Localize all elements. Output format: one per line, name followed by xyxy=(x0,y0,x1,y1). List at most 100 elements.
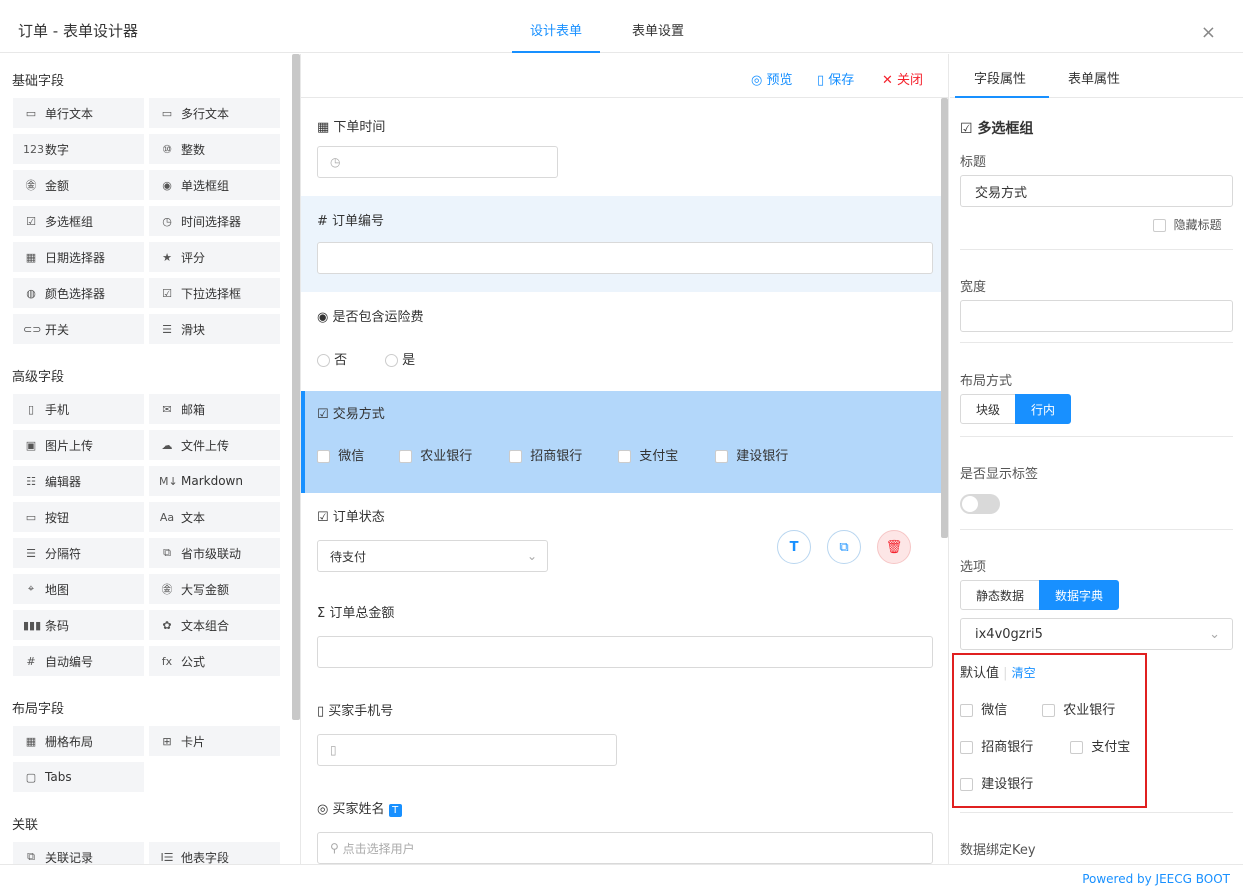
options-label: 选项 xyxy=(960,560,987,575)
component-item-label: 数字 xyxy=(45,142,70,157)
component-item-label: Markdown xyxy=(181,474,243,488)
save-button[interactable]: ▯ 保存 xyxy=(817,69,854,88)
checkbox-option-wechat[interactable]: 微信 xyxy=(317,445,364,464)
component-item[interactable]: ✿ 文本组合 xyxy=(149,610,280,640)
checkbox-option-alipay[interactable]: 支付宝 xyxy=(618,445,678,464)
component-item-label: 手机 xyxy=(45,402,70,417)
field-buyer-phone[interactable]: ▯ 买家手机号 ▯ xyxy=(301,690,943,788)
component-item[interactable]: ☰ 滑块 xyxy=(149,314,280,344)
component-item[interactable]: ⌖ 地图 xyxy=(13,574,144,604)
component-item[interactable]: ⊞ 卡片 xyxy=(149,726,280,756)
component-item[interactable]: Aa 文本 xyxy=(149,502,280,532)
order-no-input[interactable] xyxy=(317,242,933,274)
tab-field-props[interactable]: 字段属性 xyxy=(974,68,1026,87)
component-item[interactable]: ㊎金额 xyxy=(13,170,144,200)
show-label-toggle[interactable] xyxy=(960,494,1000,514)
clear-link[interactable]: 清空 xyxy=(1012,666,1036,680)
component-item[interactable]: ▭ 多行文本 xyxy=(149,98,280,128)
component-item[interactable]: ☑ 多选框组 xyxy=(13,206,144,236)
checkbox-option-abc[interactable]: 农业银行 xyxy=(399,445,472,464)
field-shipping[interactable]: ◉ 是否包含运险费 否 是 xyxy=(301,292,943,390)
component-item-label: 滑块 xyxy=(181,322,206,337)
dict-select[interactable]: ix4v0gzri5 ⌄ xyxy=(960,618,1233,650)
component-item[interactable]: ⑩ 整数 xyxy=(149,134,280,164)
layout-inline-button[interactable]: 行内 xyxy=(1015,394,1071,424)
component-item[interactable]: ㊎大写金额 xyxy=(149,574,280,604)
component-item-label: 时间选择器 xyxy=(181,214,242,229)
default-option-wechat[interactable]: 微信 xyxy=(960,699,1007,718)
component-item[interactable]: fx 公式 xyxy=(149,646,280,676)
hide-title-checkbox[interactable]: 隐藏标题 xyxy=(1153,216,1222,233)
group-title-relation: 关联 xyxy=(12,818,39,833)
default-option-ccb[interactable]: 建设银行 xyxy=(960,773,1033,792)
component-item[interactable]: ▢ Tabs xyxy=(13,762,144,792)
field-buyer-name[interactable]: ◎ 买家姓名 T ⚲ 点击选择用户 xyxy=(301,788,943,864)
component-item[interactable]: ✉ 邮箱 xyxy=(149,394,280,424)
width-input[interactable] xyxy=(960,300,1233,332)
checkbox-option-ccb[interactable]: 建设银行 xyxy=(715,445,788,464)
component-item[interactable]: ▯ 手机 xyxy=(13,394,144,424)
radio-option-no[interactable]: 否 xyxy=(317,349,347,368)
component-item[interactable]: ☁ 文件上传 xyxy=(149,430,280,460)
component-item-label: 多行文本 xyxy=(181,106,230,121)
component-item[interactable]: I☰ 他表字段 xyxy=(149,842,280,864)
tab-design-form[interactable]: 设计表单 xyxy=(512,0,601,53)
default-option-abc[interactable]: 农业银行 xyxy=(1042,699,1115,718)
component-item[interactable]: ★ 评分 xyxy=(149,242,280,272)
component-item[interactable]: ⧉ 关联记录 xyxy=(13,842,144,864)
dict-data-button[interactable]: 数据字典 xyxy=(1039,580,1119,610)
component-item-label: 日期选择器 xyxy=(45,250,106,265)
component-item[interactable]: ▦ 日期选择器 xyxy=(13,242,144,272)
component-item-label: 单选框组 xyxy=(181,178,230,193)
component-item[interactable]: ▮▮▮ 条码 xyxy=(13,610,144,640)
preview-button[interactable]: ◎ 预览 xyxy=(751,69,793,88)
user-icon: ◎ xyxy=(317,802,333,817)
time-input[interactable]: ◷ xyxy=(317,146,558,178)
map-icon: ⌖ xyxy=(27,582,35,595)
component-item[interactable]: M↓ Markdown xyxy=(149,466,280,496)
component-item[interactable]: ◷ 时间选择器 xyxy=(149,206,280,236)
field-order-status[interactable]: ☑ 订单状态 待支付 ⌄ xyxy=(301,494,943,590)
buyer-select-input[interactable]: ⚲ 点击选择用户 xyxy=(317,832,933,864)
component-item[interactable]: ▣ 图片上传 xyxy=(13,430,144,460)
static-data-button[interactable]: 静态数据 xyxy=(960,580,1040,610)
phone-input[interactable]: ▯ xyxy=(317,734,617,766)
width-label: 宽度 xyxy=(960,280,987,295)
canvas-scrollbar[interactable] xyxy=(941,98,948,538)
close-button[interactable]: ✕ 关闭 xyxy=(882,69,923,88)
bind-key-label: 数据绑定Key xyxy=(960,843,1036,858)
close-icon[interactable]: × xyxy=(1201,22,1216,43)
component-item-label: 分隔符 xyxy=(45,546,82,561)
status-select[interactable]: 待支付 ⌄ xyxy=(317,540,548,572)
left-scrollbar[interactable] xyxy=(292,54,300,720)
checkbox-option-cmb[interactable]: 招商银行 xyxy=(509,445,582,464)
field-payment-selected[interactable]: ☑ 交易方式 微信 农业银行 招商银行 支付宝 建设银行 xyxy=(301,391,943,493)
component-item[interactable]: ☷ 编辑器 xyxy=(13,466,144,496)
component-item[interactable]: ◉ 单选框组 xyxy=(149,170,280,200)
component-item[interactable]: ☰ 分隔符 xyxy=(13,538,144,568)
default-option-cmb[interactable]: 招商银行 xyxy=(960,736,1033,755)
default-option-alipay[interactable]: 支付宝 xyxy=(1070,736,1130,755)
tab-form-props[interactable]: 表单属性 xyxy=(1068,68,1120,87)
radio-icon: ◉ xyxy=(162,178,172,192)
component-item[interactable]: ⊂⊃ 开关 xyxy=(13,314,144,344)
radio-circle xyxy=(385,354,398,367)
amount-input[interactable] xyxy=(317,636,933,668)
radio-option-yes[interactable]: 是 xyxy=(385,349,415,368)
tab-form-settings[interactable]: 表单设置 xyxy=(614,0,702,53)
component-item-label: 颜色选择器 xyxy=(45,286,106,301)
component-item[interactable]: ▭ 单行文本 xyxy=(13,98,144,128)
component-item[interactable]: 123 数字 xyxy=(13,134,144,164)
component-item[interactable]: ◍ 颜色选择器 xyxy=(13,278,144,308)
field-order-no[interactable]: # 订单编号 xyxy=(301,196,943,292)
powered-by-link[interactable]: Powered by JEECG BOOT xyxy=(1082,872,1230,886)
component-item[interactable]: ▦ 栅格布局 xyxy=(13,726,144,756)
field-order-amount[interactable]: Σ 订单总金额 xyxy=(301,590,943,690)
title-input[interactable]: 交易方式 xyxy=(960,175,1233,207)
field-order-time[interactable]: ▦ 下单时间 ◷ xyxy=(301,98,943,196)
layout-block-button[interactable]: 块级 xyxy=(960,394,1016,424)
component-item[interactable]: # 自动编号 xyxy=(13,646,144,676)
component-item[interactable]: ⧉ 省市级联动 xyxy=(149,538,280,568)
component-item[interactable]: ☑ 下拉选择框 xyxy=(149,278,280,308)
component-item[interactable]: ▭ 按钮 xyxy=(13,502,144,532)
